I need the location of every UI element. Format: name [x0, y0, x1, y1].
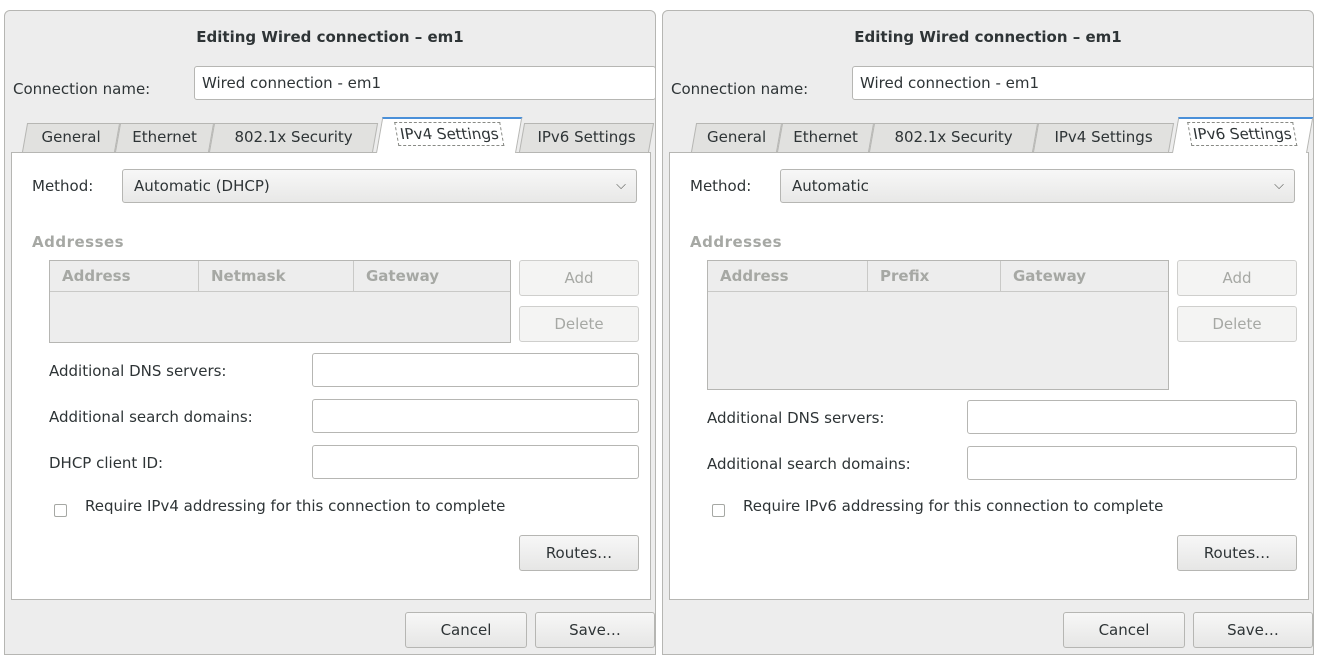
method-value: Automatic (DHCP): [134, 177, 270, 195]
column-header-gateway[interactable]: Gateway: [1001, 261, 1170, 291]
column-header-netmask[interactable]: Netmask: [199, 261, 354, 291]
add-address-button[interactable]: Add: [519, 260, 639, 296]
cancel-button[interactable]: Cancel: [1063, 612, 1185, 648]
addresses-table[interactable]: Address Prefix Gateway: [707, 260, 1169, 390]
connection-name-field[interactable]: Wired connection - em1: [194, 66, 656, 100]
tab-label: IPv6 Settings: [1187, 122, 1298, 146]
require-ipv6-label: Require IPv6 addressing for this connect…: [743, 497, 1164, 515]
tab-label: 802.1x Security: [234, 128, 353, 146]
column-header-gateway[interactable]: Gateway: [354, 261, 512, 291]
addresses-table[interactable]: Address Netmask Gateway: [49, 260, 511, 343]
dns-servers-field[interactable]: [312, 353, 639, 387]
delete-address-button[interactable]: Delete: [519, 306, 639, 342]
tab-ipv6-settings[interactable]: IPv6 Settings: [519, 123, 655, 152]
search-domains-label: Additional search domains:: [49, 408, 253, 426]
column-header-prefix[interactable]: Prefix: [868, 261, 1001, 291]
dhcp-client-id-field[interactable]: [312, 445, 639, 479]
ipv6-settings-panel: Method: Automatic ⌵ Addresses Address Pr…: [669, 152, 1309, 600]
tab-ipv4-settings[interactable]: IPv4 Settings: [1033, 123, 1175, 152]
search-domains-label: Additional search domains:: [707, 455, 911, 473]
connection-name-label: Connection name:: [13, 80, 151, 98]
addresses-heading: Addresses: [32, 233, 125, 251]
method-dropdown[interactable]: Automatic (DHCP) ⌵: [122, 169, 637, 203]
dialog-title: Editing Wired connection – em1: [196, 28, 464, 46]
ipv4-editing-dialog: Editing Wired connection – em1 Connectio…: [4, 10, 656, 655]
tab-ipv4-settings[interactable]: IPv4 Settings: [376, 117, 523, 153]
ipv6-editing-dialog: Editing Wired connection – em1 Connectio…: [662, 10, 1314, 655]
connection-name-field[interactable]: Wired connection - em1: [852, 66, 1314, 100]
dhcp-client-id-label: DHCP client ID:: [49, 454, 164, 472]
tab-label: IPv4 Settings: [1054, 128, 1153, 146]
tab-label: 802.1x Security: [894, 128, 1013, 146]
tab-ethernet[interactable]: Ethernet: [115, 123, 215, 152]
tab-label: Ethernet: [793, 128, 858, 146]
tab-label: General: [41, 128, 101, 146]
routes-button[interactable]: Routes…: [519, 535, 639, 571]
tab-label: IPv4 Settings: [394, 122, 505, 146]
tab-label: General: [706, 128, 767, 146]
tab-ethernet[interactable]: Ethernet: [777, 123, 875, 152]
method-label: Method:: [32, 177, 94, 195]
tab-label: Ethernet: [132, 128, 197, 146]
tab-label: IPv6 Settings: [537, 128, 636, 146]
routes-button[interactable]: Routes…: [1177, 535, 1297, 571]
search-domains-field[interactable]: [312, 399, 639, 433]
chevron-down-icon: ⌵: [616, 178, 626, 193]
tab-bar: General Ethernet 802.1x Security IPv4 Se…: [669, 114, 1314, 153]
column-header-address[interactable]: Address: [50, 261, 199, 291]
chevron-down-icon: ⌵: [1274, 178, 1284, 193]
add-address-button[interactable]: Add: [1177, 260, 1297, 296]
delete-address-button[interactable]: Delete: [1177, 306, 1297, 342]
tab-bar: General Ethernet 802.1x Security IPv4 Se…: [11, 114, 655, 153]
method-label: Method:: [690, 177, 752, 195]
dns-servers-label: Additional DNS servers:: [49, 362, 227, 380]
tab-ipv6-settings[interactable]: IPv6 Settings: [1172, 117, 1314, 153]
save-button[interactable]: Save…: [535, 612, 655, 648]
require-ipv4-label: Require IPv4 addressing for this connect…: [85, 497, 506, 515]
table-header: Address Prefix Gateway: [708, 261, 1168, 292]
connection-name-label: Connection name:: [671, 80, 809, 98]
method-value: Automatic: [792, 177, 869, 195]
ipv4-settings-panel: Method: Automatic (DHCP) ⌵ Addresses Add…: [11, 152, 651, 600]
save-button[interactable]: Save…: [1193, 612, 1313, 648]
require-ipv6-checkbox[interactable]: [712, 504, 725, 517]
addresses-heading: Addresses: [690, 233, 783, 251]
tab-general[interactable]: General: [691, 123, 783, 152]
tab-802-1x-security[interactable]: 802.1x Security: [209, 123, 379, 152]
require-ipv4-checkbox[interactable]: [54, 504, 67, 517]
cancel-button[interactable]: Cancel: [405, 612, 527, 648]
dns-servers-label: Additional DNS servers:: [707, 409, 885, 427]
table-header: Address Netmask Gateway: [50, 261, 510, 292]
dialog-title: Editing Wired connection – em1: [854, 28, 1122, 46]
tab-802-1x-security[interactable]: 802.1x Security: [869, 123, 1039, 152]
tab-general[interactable]: General: [22, 123, 121, 152]
method-dropdown[interactable]: Automatic ⌵: [780, 169, 1295, 203]
column-header-address[interactable]: Address: [708, 261, 868, 291]
dns-servers-field[interactable]: [967, 400, 1297, 434]
search-domains-field[interactable]: [967, 446, 1297, 480]
